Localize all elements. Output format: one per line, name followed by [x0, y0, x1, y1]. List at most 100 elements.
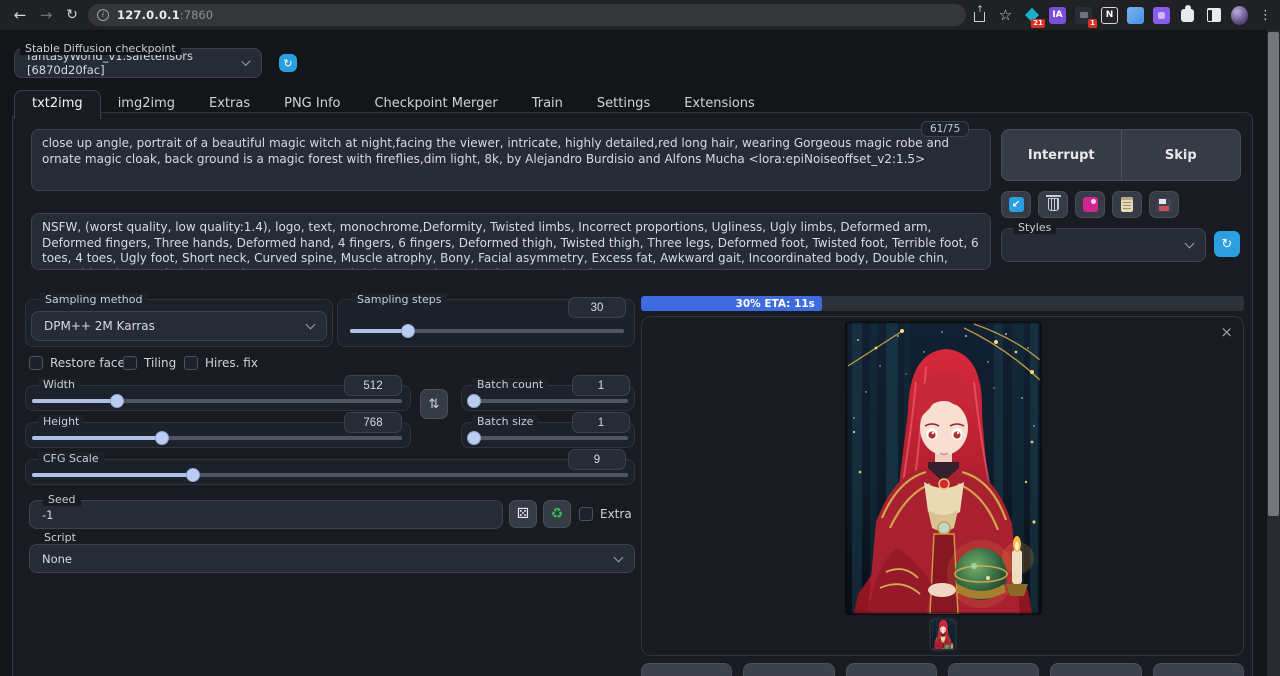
page-scrollbar[interactable]: [1267, 30, 1280, 676]
sampling-steps-label: Sampling steps: [352, 293, 447, 306]
browser-extensions-area: ↑ ☆ 21 IA 1 N ⋮: [971, 0, 1274, 30]
tab-checkpoint-merger[interactable]: Checkpoint Merger: [357, 91, 514, 118]
chevron-down-icon: [614, 552, 624, 562]
generate-controls: Interrupt Skip: [1001, 129, 1241, 181]
output-actions-row: [641, 663, 1244, 676]
restore-faces-checkbox[interactable]: [29, 356, 43, 370]
checkpoint-label: Stable Diffusion checkpoint: [20, 42, 181, 55]
url-host: 127.0.0.1: [117, 8, 180, 22]
extensions-puzzle-icon[interactable]: [1179, 7, 1196, 24]
notion-extension-icon[interactable]: N: [1101, 7, 1118, 24]
height-block: Height: [25, 422, 411, 448]
width-slider[interactable]: [32, 394, 402, 408]
sampling-method-value: DPM++ 2M Karras: [44, 319, 155, 333]
tab-settings[interactable]: Settings: [580, 91, 667, 118]
batch-size-slider[interactable]: [468, 431, 628, 445]
script-dropdown[interactable]: None: [29, 544, 635, 573]
width-input[interactable]: [344, 375, 402, 396]
restore-faces-label: Restore faces: [50, 356, 131, 370]
checkpoint-refresh-button[interactable]: ↻: [279, 54, 297, 72]
extra-seed-option[interactable]: Extra: [579, 507, 632, 521]
tab-extensions[interactable]: Extensions: [667, 91, 772, 118]
clipboard-icon: [1121, 197, 1133, 212]
browser-menu-icon[interactable]: ⋮: [1257, 7, 1274, 24]
batch-count-block: Batch count: [461, 385, 635, 411]
blue-extension-icon[interactable]: [1127, 7, 1144, 24]
reuse-seed-button[interactable]: ♻: [543, 500, 571, 528]
sampling-steps-input[interactable]: [568, 297, 626, 318]
skip-button[interactable]: Skip: [1121, 130, 1241, 180]
swap-dimensions-button[interactable]: ⇅: [420, 389, 448, 419]
batch-count-slider[interactable]: [468, 394, 628, 408]
tab-extras[interactable]: Extras: [192, 91, 267, 118]
ia-extension-icon[interactable]: IA: [1049, 7, 1066, 24]
batch-size-input[interactable]: [572, 412, 630, 433]
tab-img2img[interactable]: img2img: [101, 91, 192, 118]
output-gallery: ×: [641, 316, 1244, 656]
output-action-button-3[interactable]: [846, 663, 937, 676]
cfg-scale-slider[interactable]: [32, 468, 628, 482]
capture-extension-icon[interactable]: 1: [1075, 7, 1092, 24]
output-action-button-6[interactable]: [1153, 663, 1244, 676]
floppy-disk-icon: [1157, 198, 1171, 212]
tab-png-info[interactable]: PNG Info: [267, 91, 357, 118]
tiling-option[interactable]: Tiling: [123, 356, 176, 370]
seed-input[interactable]: -1: [29, 500, 503, 529]
purple-extension-icon[interactable]: [1153, 7, 1170, 24]
dice-icon: ⚄: [517, 506, 529, 522]
sampling-method-dropdown[interactable]: DPM++ 2M Karras: [31, 311, 327, 341]
prompt-input[interactable]: close up angle, portrait of a beautiful …: [31, 129, 991, 191]
height-input[interactable]: [344, 412, 402, 433]
progress-fill: 30% ETA: 11s: [641, 296, 822, 311]
cfg-scale-label: CFG Scale: [38, 452, 104, 465]
trash-icon: [1048, 198, 1059, 211]
height-label: Height: [38, 415, 84, 428]
save-style-button[interactable]: [1149, 191, 1179, 218]
main-tabbar: txt2img img2img Extras PNG Info Checkpoi…: [14, 90, 772, 118]
tab-txt2img[interactable]: txt2img: [14, 90, 101, 119]
close-preview-icon[interactable]: ×: [1220, 323, 1233, 341]
extra-networks-button[interactable]: [1075, 191, 1105, 218]
sampling-method-block: Sampling method DPM++ 2M Karras: [25, 299, 333, 347]
extra-seed-checkbox[interactable]: [579, 507, 593, 521]
tiling-checkbox[interactable]: [123, 356, 137, 370]
pin-extension-icon[interactable]: 21: [1023, 7, 1040, 24]
txt2img-panel: 61/75 close up angle, portrait of a beau…: [12, 112, 1253, 676]
negative-prompt-input[interactable]: NSFW, (worst quality, low quality:1.4), …: [31, 213, 991, 270]
reload-icon[interactable]: ↻: [60, 0, 84, 30]
batch-count-input[interactable]: [572, 375, 630, 396]
hires-fix-checkbox[interactable]: [184, 356, 198, 370]
scrollbar-thumb[interactable]: [1268, 32, 1279, 516]
address-bar[interactable]: i 127.0.0.1 :7860: [88, 4, 966, 26]
sampling-steps-slider[interactable]: [350, 324, 624, 338]
chevron-down-icon: [1185, 239, 1195, 249]
site-info-icon[interactable]: i: [97, 9, 109, 21]
profile-avatar[interactable]: [1231, 7, 1248, 24]
bookmark-star-icon[interactable]: ☆: [997, 7, 1014, 24]
tiling-label: Tiling: [144, 356, 176, 370]
height-slider[interactable]: [32, 431, 402, 445]
restore-faces-option[interactable]: Restore faces: [29, 356, 131, 370]
gallery-thumbnail[interactable]: [931, 620, 955, 649]
forward-icon[interactable]: →: [34, 0, 58, 30]
generated-image[interactable]: [846, 322, 1041, 614]
output-action-button-4[interactable]: [948, 663, 1039, 676]
paste-prompt-button[interactable]: ↙: [1001, 191, 1031, 218]
clear-prompt-button[interactable]: [1038, 191, 1068, 218]
styles-refresh-button[interactable]: ↻: [1214, 231, 1240, 257]
cfg-scale-input[interactable]: [568, 449, 626, 470]
reading-panel-icon[interactable]: [1205, 7, 1222, 24]
random-seed-button[interactable]: ⚄: [509, 500, 537, 528]
width-block: Width: [25, 385, 411, 411]
hires-fix-option[interactable]: Hires. fix: [184, 356, 258, 370]
interrupt-button[interactable]: Interrupt: [1002, 130, 1121, 180]
paste-arrow-icon: ↙: [1009, 197, 1024, 212]
tab-train[interactable]: Train: [515, 91, 580, 118]
output-action-button-5[interactable]: [1050, 663, 1141, 676]
share-icon[interactable]: ↑: [971, 7, 988, 24]
recycle-icon: ♻: [551, 506, 564, 522]
output-action-button-1[interactable]: [641, 663, 732, 676]
output-action-button-2[interactable]: [743, 663, 834, 676]
apply-styles-button[interactable]: [1112, 191, 1142, 218]
back-icon[interactable]: ←: [8, 0, 32, 30]
